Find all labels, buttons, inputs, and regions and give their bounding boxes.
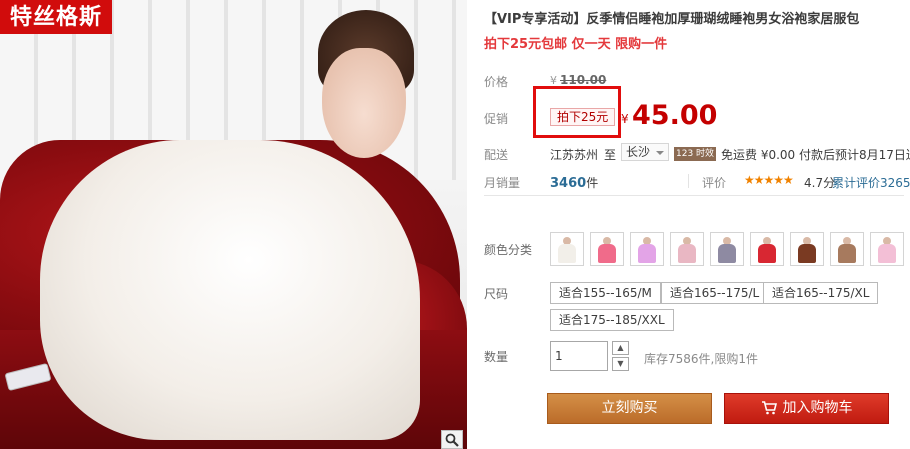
color-swatch[interactable] — [830, 232, 864, 266]
robe-thumbnail — [833, 235, 861, 263]
color-swatch[interactable] — [550, 232, 584, 266]
product-page: 特丝格斯 【VIP专享活动】反季情侣睡袍加厚珊瑚绒睡袍男女浴袍家居服包 拍下25… — [0, 0, 910, 449]
monthly-sales-unit: 件 — [586, 176, 599, 190]
color-swatch[interactable] — [750, 232, 784, 266]
promo-currency-symbol: ¥ — [621, 112, 629, 126]
color-swatch[interactable] — [710, 232, 744, 266]
stock-info: 库存7586件,限购1件 — [644, 352, 758, 366]
price-meta-panel: 价格 ¥110.00 促销 拍下25元 ¥ 45.00 配送 江苏苏州 至 长沙… — [470, 62, 910, 193]
shipping-info: 免运费 ¥0.00 付款后预计8月17日送 — [721, 148, 910, 162]
quantity-input[interactable] — [550, 341, 608, 371]
buy-now-button[interactable]: 立刻购买 — [547, 393, 712, 424]
quantity-increase-button[interactable]: ▲ — [612, 341, 629, 355]
rating-stars-icon: ★★★★★ — [744, 173, 794, 187]
monthly-sales-label: 月销量 — [484, 176, 521, 190]
add-to-cart-label: 加入购物车 — [782, 400, 853, 416]
color-swatches — [550, 232, 910, 270]
robe-thumbnail — [793, 235, 821, 263]
color-swatch[interactable] — [630, 232, 664, 266]
product-info: 【VIP专享活动】反季情侣睡袍加厚珊瑚绒睡袍男女浴袍家居服包 拍下25元包邮 仅… — [470, 0, 910, 449]
robe-thumbnail — [713, 235, 741, 263]
color-swatch[interactable] — [590, 232, 624, 266]
add-to-cart-button[interactable]: 加入购物车 — [724, 393, 889, 424]
review-count-link[interactable]: 累计评价3265 — [832, 174, 910, 191]
color-swatch[interactable] — [870, 232, 904, 266]
model-robe — [40, 140, 420, 440]
color-swatch[interactable] — [790, 232, 824, 266]
quantity-label: 数量 — [484, 350, 509, 364]
ship-to-word: 至 — [604, 148, 617, 162]
original-price: ¥110.00 — [550, 73, 606, 87]
robe-thumbnail — [873, 235, 901, 263]
ship-from: 江苏苏州 — [550, 148, 599, 162]
monthly-sales: 3460件 — [550, 174, 598, 191]
promo-tag: 拍下25元 — [550, 108, 616, 126]
color-swatch[interactable] — [670, 232, 704, 266]
product-title: 【VIP专享活动】反季情侣睡袍加厚珊瑚绒睡袍男女浴袍家居服包 — [484, 12, 860, 27]
price-label: 价格 — [484, 75, 509, 89]
promo-price: 45.00 — [632, 100, 718, 131]
model-face — [322, 48, 406, 158]
brand-logo: 特丝格斯 — [0, 0, 113, 34]
size-option-xxl[interactable]: 适合175--185/XXL — [550, 309, 674, 331]
product-image[interactable]: 特丝格斯 — [0, 0, 467, 449]
robe-thumbnail — [673, 235, 701, 263]
quantity-decrease-button[interactable]: ▼ — [612, 357, 629, 371]
size-label: 尺码 — [484, 287, 509, 301]
robe-thumbnail — [553, 235, 581, 263]
color-label: 颜色分类 — [484, 243, 533, 257]
robe-thumbnail — [753, 235, 781, 263]
original-price-value: 110.00 — [560, 73, 607, 87]
size-option-xl[interactable]: 适合165--175/XL — [763, 282, 879, 304]
rating-score: 4.7分 — [804, 176, 836, 190]
cart-icon — [761, 401, 777, 415]
delivery-time-badge: 123 时效 — [674, 147, 717, 161]
shipping-label: 配送 — [484, 148, 509, 162]
monthly-sales-count: 3460 — [550, 176, 587, 191]
robe-thumbnail — [593, 235, 621, 263]
robe-thumbnail — [633, 235, 661, 263]
divider — [688, 174, 689, 188]
magnifier-icon[interactable] — [441, 430, 463, 449]
chevron-down-icon — [656, 151, 664, 155]
size-option-m[interactable]: 适合155--165/M — [550, 282, 661, 304]
promo-label: 促销 — [484, 112, 509, 126]
destination-city-select[interactable]: 长沙 — [621, 143, 669, 161]
destination-city-value: 长沙 — [626, 145, 651, 159]
size-option-l[interactable]: 适合165--175/L — [661, 282, 769, 304]
section-divider — [484, 195, 904, 196]
rating-label: 评价 — [702, 176, 727, 190]
product-subtitle: 拍下25元包邮 仅一天 限购一件 — [484, 37, 668, 52]
